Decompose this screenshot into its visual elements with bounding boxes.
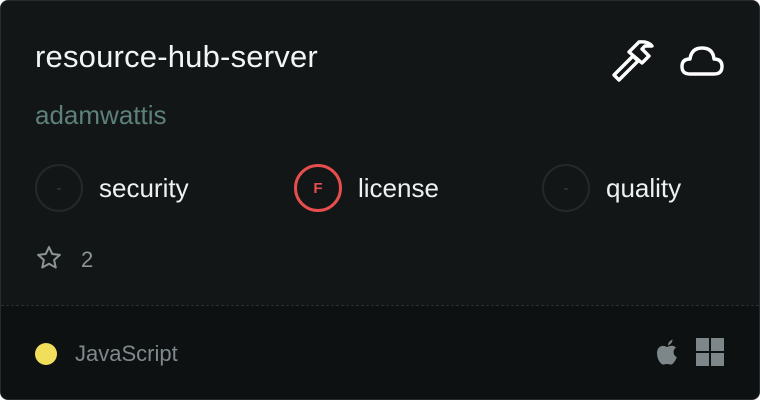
language-indicator: JavaScript: [35, 340, 178, 368]
license-grade-badge: F: [294, 164, 342, 212]
hammer-icon: [609, 38, 657, 84]
security-label: security: [99, 172, 189, 203]
star-count: 2: [35, 245, 93, 275]
score-security[interactable]: - security: [35, 164, 189, 212]
score-row: - security F license - quality: [35, 164, 735, 212]
quality-grade-badge: -: [542, 164, 590, 212]
repo-owner[interactable]: adamwattis: [35, 100, 167, 131]
platform-icons: [655, 337, 725, 372]
card-footer: JavaScript: [1, 305, 759, 399]
score-license[interactable]: F license: [294, 164, 439, 212]
score-quality[interactable]: - quality: [542, 164, 681, 212]
language-name: JavaScript: [75, 341, 178, 366]
license-label: license: [358, 172, 439, 203]
quality-label: quality: [606, 172, 682, 203]
cloud-icon: [679, 44, 725, 78]
apple-icon: [655, 338, 679, 371]
language-color-dot: [35, 343, 57, 365]
security-grade-badge: -: [35, 164, 83, 212]
repo-name[interactable]: resource-hub-server: [35, 39, 318, 75]
server-card[interactable]: resource-hub-server adamwattis - securit…: [0, 0, 760, 400]
header-icons: [609, 38, 725, 84]
stars-value: 2: [81, 247, 94, 272]
windows-icon: [695, 337, 725, 372]
star-icon: [35, 244, 63, 277]
